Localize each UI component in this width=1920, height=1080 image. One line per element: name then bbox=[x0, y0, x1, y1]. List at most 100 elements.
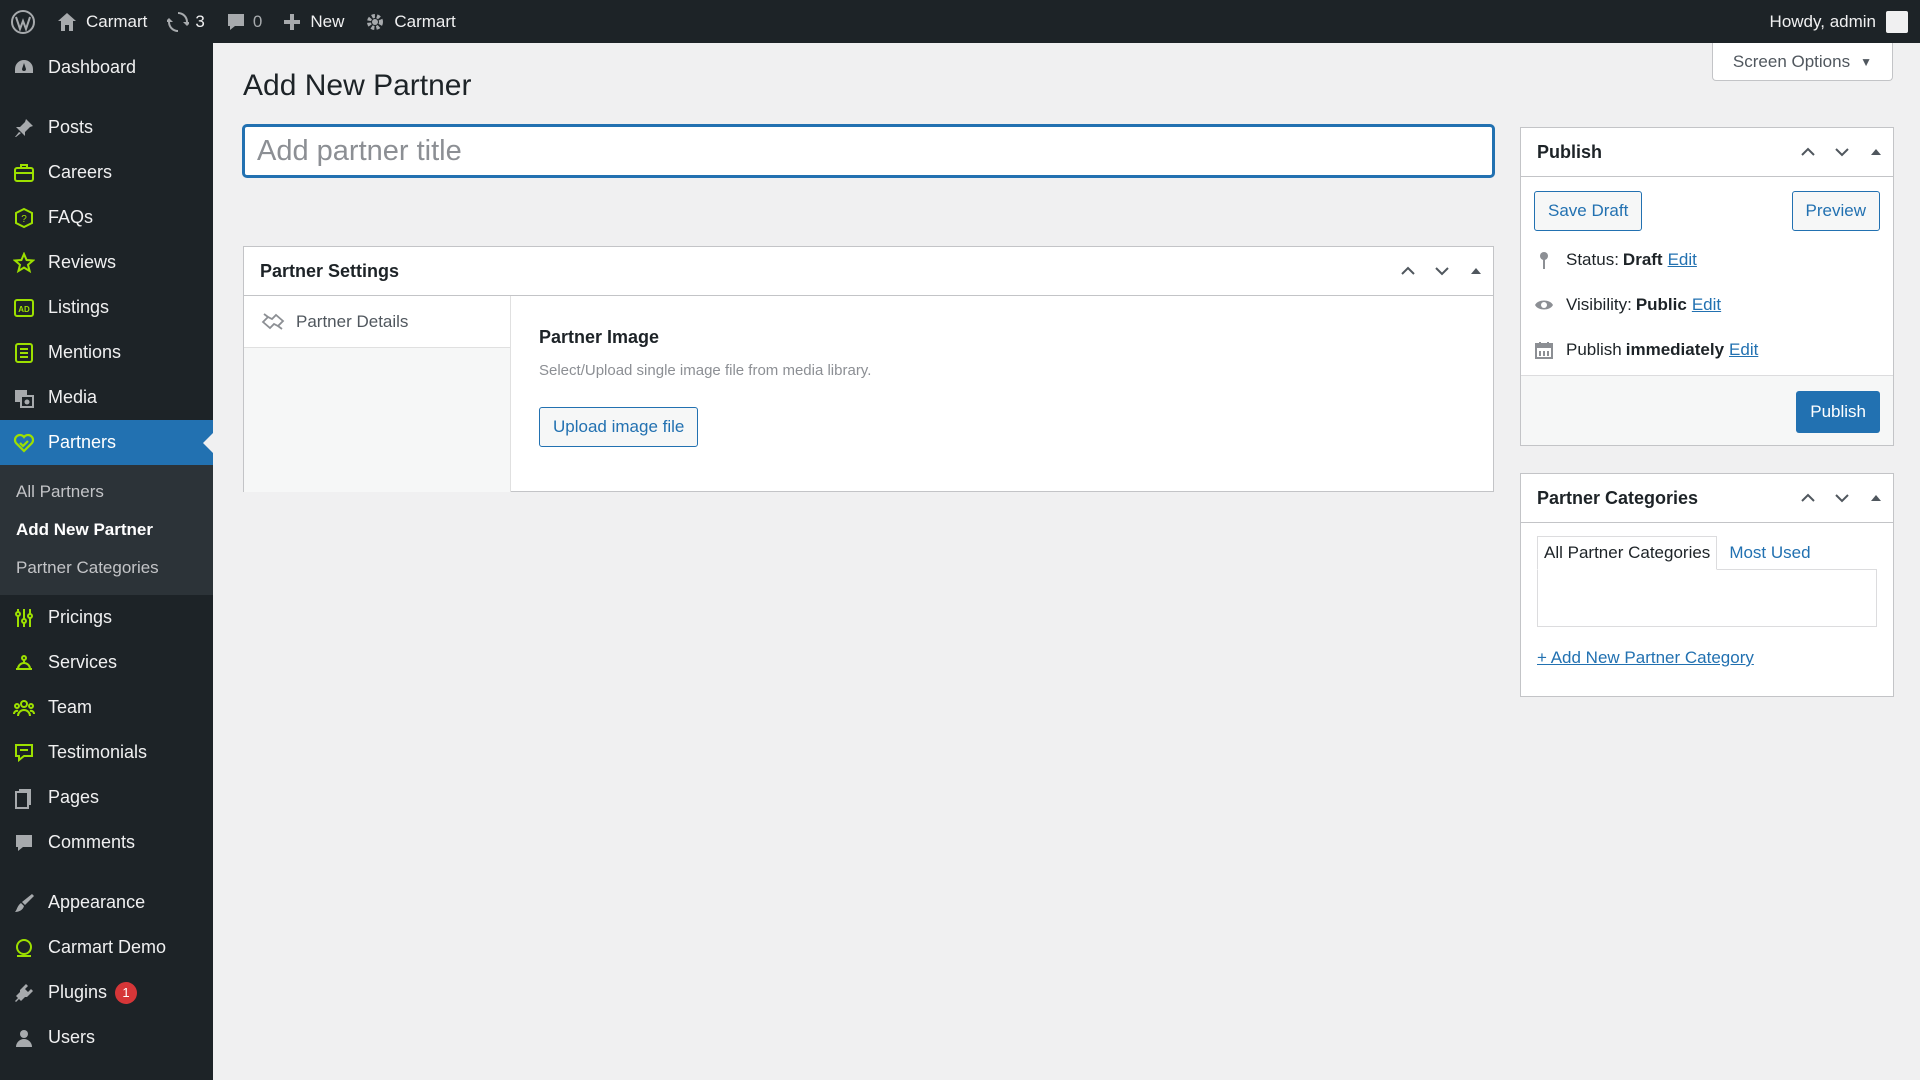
new-content-link[interactable]: New bbox=[272, 0, 354, 43]
media-icon bbox=[12, 386, 36, 410]
sidebar-item-services[interactable]: Services bbox=[0, 640, 213, 685]
submenu-all-partners[interactable]: All Partners bbox=[0, 473, 213, 511]
sidebar-label: Pages bbox=[48, 787, 100, 807]
sidebar-item-testimonials[interactable]: Testimonials bbox=[0, 730, 213, 775]
sidebar-label: Posts bbox=[48, 117, 94, 137]
team-icon bbox=[12, 696, 36, 720]
add-new-category-link[interactable]: + Add New Partner Category bbox=[1537, 648, 1754, 668]
my-account[interactable]: Howdy, admin bbox=[1770, 10, 1920, 33]
tab-all-categories[interactable]: All Partner Categories bbox=[1537, 536, 1718, 570]
submenu-partner-categories[interactable]: Partner Categories bbox=[0, 549, 213, 587]
publish-title: Publish bbox=[1537, 141, 1603, 162]
question-icon: ? bbox=[12, 206, 36, 230]
site-name-link[interactable]: Carmart bbox=[46, 0, 157, 43]
sidebar-label: Dashboard bbox=[48, 57, 137, 77]
sidebar-item-reviews[interactable]: Reviews bbox=[0, 240, 213, 285]
toggle-panel-button[interactable] bbox=[1859, 474, 1893, 523]
user-icon bbox=[12, 1026, 36, 1050]
sidebar-item-users[interactable]: Users bbox=[0, 1015, 213, 1060]
save-draft-button[interactable]: Save Draft bbox=[1534, 191, 1643, 231]
move-down-button[interactable] bbox=[1825, 474, 1859, 523]
avatar bbox=[1886, 10, 1908, 33]
box-handle-actions bbox=[1391, 247, 1493, 296]
updates-link[interactable]: 3 bbox=[157, 0, 214, 43]
sidebar-label: FAQs bbox=[48, 207, 94, 227]
publish-actions: Publish bbox=[1521, 375, 1893, 445]
schedule-value: immediately bbox=[1625, 340, 1725, 359]
sidebar-item-pages[interactable]: Pages bbox=[0, 775, 213, 820]
edit-schedule-link[interactable]: Edit bbox=[1729, 340, 1758, 360]
visibility-label: Visibility: bbox=[1566, 295, 1632, 314]
sidebar-label: Comments bbox=[48, 832, 136, 852]
schedule-label: Publish bbox=[1566, 340, 1622, 359]
toggle-panel-button[interactable] bbox=[1859, 128, 1893, 177]
service-icon bbox=[12, 651, 36, 675]
sidebar-item-dashboard[interactable]: Dashboard bbox=[0, 45, 213, 90]
box-handle-actions bbox=[1791, 474, 1893, 523]
status-value: Draft bbox=[1622, 250, 1663, 269]
sidebar-item-team[interactable]: Team bbox=[0, 685, 213, 730]
handshake-icon bbox=[261, 312, 285, 330]
move-up-button[interactable] bbox=[1391, 247, 1425, 296]
partner-settings-box: Partner Settings Partner Details Partner… bbox=[243, 246, 1494, 492]
field-title: Partner Image bbox=[539, 327, 660, 347]
submenu-add-new-partner[interactable]: Add New Partner bbox=[0, 511, 213, 549]
partner-categories-box: Partner Categories All Partner Categorie… bbox=[1520, 473, 1894, 697]
partner-title-input[interactable] bbox=[243, 125, 1494, 177]
edit-status-link[interactable]: Edit bbox=[1668, 250, 1697, 270]
chevron-down-icon bbox=[1835, 494, 1849, 503]
sidebar-item-media[interactable]: Media bbox=[0, 375, 213, 420]
box-handle-actions bbox=[1791, 128, 1893, 177]
sidebar-item-listings[interactable]: AD Listings bbox=[0, 285, 213, 330]
sidebar-item-pricings[interactable]: Pricings bbox=[0, 595, 213, 640]
sidebar-item-partners[interactable]: Partners bbox=[0, 420, 213, 465]
svg-text:AD: AD bbox=[18, 305, 30, 314]
field-description: Select/Upload single image file from med… bbox=[539, 362, 872, 379]
pin-icon bbox=[1540, 252, 1548, 269]
plugin-settings-link[interactable]: Carmart bbox=[354, 0, 465, 43]
sidebar-item-comments[interactable]: Comments bbox=[0, 820, 213, 865]
sidebar-label: Plugins bbox=[48, 982, 108, 1002]
ad-icon: AD bbox=[12, 296, 36, 320]
move-down-button[interactable] bbox=[1825, 128, 1859, 177]
briefcase-icon bbox=[12, 161, 36, 185]
toggle-panel-button[interactable] bbox=[1459, 247, 1493, 296]
edit-visibility-link[interactable]: Edit bbox=[1692, 295, 1721, 315]
preview-button[interactable]: Preview bbox=[1791, 191, 1880, 231]
move-down-button[interactable] bbox=[1425, 247, 1459, 296]
category-tabs: All Partner Categories Most Used bbox=[1537, 536, 1817, 570]
chevron-up-icon bbox=[1801, 493, 1815, 502]
publish-button[interactable]: Publish bbox=[1796, 391, 1880, 433]
upload-image-button[interactable]: Upload image file bbox=[539, 407, 699, 447]
home-icon bbox=[58, 12, 76, 31]
wordpress-logo-button[interactable] bbox=[0, 0, 46, 43]
sidebar-item-plugins[interactable]: Plugins 1 bbox=[0, 970, 213, 1015]
plugins-update-badge: 1 bbox=[115, 981, 138, 1004]
sidebar-item-posts[interactable]: Posts bbox=[0, 105, 213, 150]
chevron-down-icon bbox=[1835, 148, 1849, 157]
page-title: Add New Partner bbox=[243, 69, 472, 102]
screen-options-button[interactable]: Screen Options ▼ bbox=[1711, 43, 1893, 81]
star-icon bbox=[12, 251, 36, 275]
move-up-button[interactable] bbox=[1791, 474, 1825, 523]
sidebar-item-faqs[interactable]: ? FAQs bbox=[0, 195, 213, 240]
tab-partner-details[interactable]: Partner Details bbox=[244, 296, 510, 348]
sliders-icon bbox=[12, 606, 36, 630]
sidebar-item-appearance[interactable]: Appearance bbox=[0, 880, 213, 925]
gear-icon bbox=[367, 13, 384, 30]
sidebar-item-carmart-demo[interactable]: Carmart Demo bbox=[0, 925, 213, 970]
sidebar-label: Users bbox=[48, 1027, 96, 1047]
triangle-up-icon bbox=[1871, 149, 1881, 155]
move-up-button[interactable] bbox=[1791, 128, 1825, 177]
sidebar-item-careers[interactable]: Careers bbox=[0, 150, 213, 195]
svg-text:?: ? bbox=[21, 214, 27, 225]
eye-icon bbox=[1535, 300, 1553, 310]
sidebar-label: Media bbox=[48, 387, 98, 407]
chevron-up-icon bbox=[1801, 147, 1815, 156]
brush-icon bbox=[12, 891, 36, 915]
chevron-up-icon bbox=[1401, 266, 1415, 275]
comment-bubble-icon bbox=[227, 13, 244, 30]
comments-link[interactable]: 0 bbox=[215, 0, 272, 43]
sidebar-item-mentions[interactable]: Mentions bbox=[0, 330, 213, 375]
tab-most-used[interactable]: Most Used bbox=[1717, 536, 1816, 570]
